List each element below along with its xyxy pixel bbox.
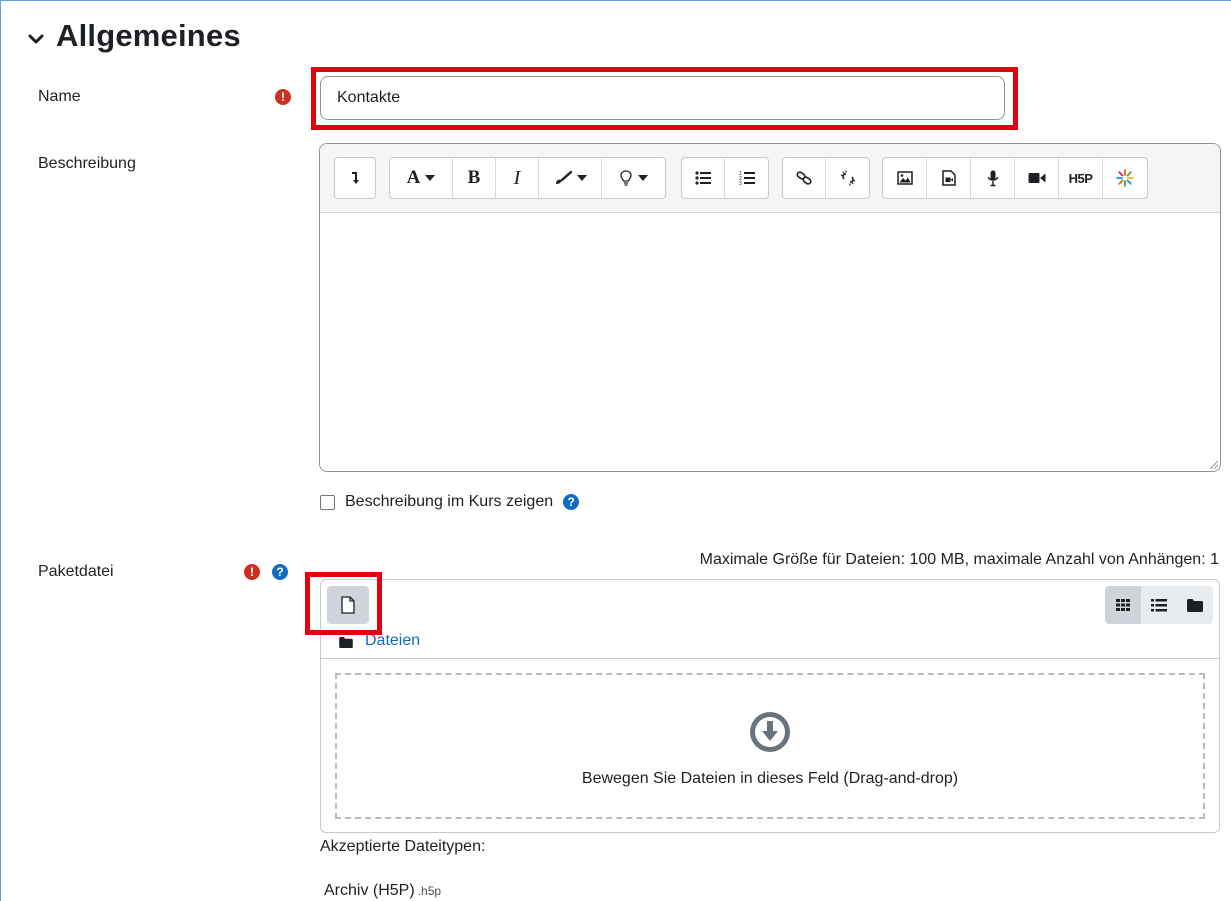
accessibility-checker-button[interactable] bbox=[1103, 158, 1147, 198]
caret-down-icon bbox=[425, 175, 436, 181]
unlink-button[interactable] bbox=[826, 158, 869, 198]
paintbrush-icon bbox=[555, 171, 572, 184]
arrow-circle-down-icon bbox=[750, 712, 790, 752]
view-mode-switcher bbox=[1105, 586, 1213, 624]
file-manager: Dateien Bewegen Sie Dateien in dieses Fe… bbox=[320, 579, 1220, 833]
name-label: Name bbox=[38, 88, 81, 105]
show-more-icon bbox=[352, 172, 359, 184]
insert-media-button[interactable] bbox=[927, 158, 971, 198]
insert-image-button[interactable] bbox=[883, 158, 927, 198]
grid-icon bbox=[1116, 599, 1130, 611]
package-file-label: Paketdatei bbox=[38, 563, 114, 580]
folder-icon bbox=[339, 637, 353, 648]
show-more-button[interactable] bbox=[335, 158, 375, 198]
view-icons-button[interactable] bbox=[1105, 586, 1141, 624]
highlight-frame-name bbox=[311, 67, 1018, 130]
chevron-down-icon[interactable] bbox=[26, 29, 46, 49]
required-icon: ! bbox=[244, 564, 260, 580]
drop-zone[interactable]: Bewegen Sie Dateien in dieses Feld (Drag… bbox=[335, 673, 1205, 819]
resize-handle-icon[interactable] bbox=[1208, 459, 1218, 469]
caret-down-icon bbox=[637, 175, 648, 181]
unordered-list-button[interactable] bbox=[682, 158, 725, 198]
toolbar-group-media: H5P bbox=[882, 157, 1148, 199]
paragraph-styles-button[interactable]: A bbox=[390, 158, 453, 198]
list-icon bbox=[1151, 598, 1167, 611]
show-in-course-checkbox[interactable] bbox=[320, 494, 335, 510]
editor-toolbar: A B I 1 2 3 H5P bbox=[320, 144, 1220, 213]
highlight-color-button[interactable] bbox=[602, 158, 665, 198]
microphone-icon bbox=[987, 170, 998, 186]
accepted-types-label: Akzeptierte Dateitypen: bbox=[320, 838, 486, 855]
insert-h5p-button[interactable]: H5P bbox=[1059, 158, 1103, 198]
description-label: Beschreibung bbox=[38, 155, 136, 172]
ordered-list-icon: 1 2 3 bbox=[739, 171, 755, 186]
accepted-type-extension: .h5p bbox=[417, 884, 442, 898]
accepted-type-name: Archiv (H5P) bbox=[324, 882, 415, 899]
h5p-icon: H5P bbox=[1068, 170, 1093, 186]
image-icon bbox=[896, 171, 913, 185]
unlink-icon bbox=[840, 170, 855, 186]
lightbulb-icon bbox=[619, 170, 632, 186]
video-camera-icon bbox=[1028, 173, 1045, 183]
bold-button[interactable]: B bbox=[453, 158, 496, 198]
editor-content-area[interactable] bbox=[320, 213, 1220, 471]
bold-label: B bbox=[467, 167, 481, 188]
section-header[interactable]: Allgemeines bbox=[26, 18, 241, 54]
drop-zone-text: Bewegen Sie Dateien in dieses Feld (Drag… bbox=[581, 770, 959, 787]
file-video-icon bbox=[941, 170, 956, 186]
frame-border-top bbox=[0, 0, 1231, 1]
italic-button[interactable]: I bbox=[496, 158, 539, 198]
show-in-course-label[interactable]: Beschreibung im Kurs zeigen bbox=[345, 493, 553, 511]
svg-text:3: 3 bbox=[739, 181, 742, 186]
text-color-button[interactable] bbox=[539, 158, 602, 198]
max-size-info: Maximale Größe für Dateien: 100 MB, maxi… bbox=[699, 551, 1219, 568]
folder-icon bbox=[1187, 598, 1203, 612]
description-editor[interactable]: A B I 1 2 3 H5P bbox=[319, 143, 1221, 472]
frame-border-left bbox=[0, 0, 1, 901]
record-audio-button[interactable] bbox=[971, 158, 1015, 198]
toolbar-group-lists: 1 2 3 bbox=[681, 157, 769, 199]
accepted-type-item: Archiv (H5P) .h5p bbox=[324, 882, 441, 900]
link-button[interactable] bbox=[783, 158, 826, 198]
toolbar-group-expand bbox=[334, 157, 376, 199]
italic-label: I bbox=[513, 166, 521, 189]
highlight-frame-add-file bbox=[305, 572, 382, 635]
record-video-button[interactable] bbox=[1015, 158, 1059, 198]
file-manager-toolbar: Dateien bbox=[321, 580, 1219, 659]
show-in-course-row: Beschreibung im Kurs zeigen ? bbox=[320, 493, 580, 511]
section-title: Allgemeines bbox=[56, 18, 241, 53]
caret-down-icon bbox=[576, 175, 587, 181]
view-list-button[interactable] bbox=[1141, 586, 1177, 624]
view-tree-button[interactable] bbox=[1177, 586, 1213, 624]
help-icon[interactable]: ? bbox=[272, 564, 288, 580]
ordered-list-button[interactable]: 1 2 3 bbox=[725, 158, 768, 198]
toolbar-group-links bbox=[782, 157, 870, 199]
unordered-list-icon bbox=[695, 171, 711, 185]
font-style-label: A bbox=[406, 167, 421, 188]
help-icon[interactable]: ? bbox=[563, 494, 580, 510]
toolbar-group-style: A B I bbox=[389, 157, 666, 199]
link-icon bbox=[796, 171, 812, 185]
accessibility-checker-icon bbox=[1116, 169, 1134, 187]
required-icon: ! bbox=[275, 89, 291, 105]
